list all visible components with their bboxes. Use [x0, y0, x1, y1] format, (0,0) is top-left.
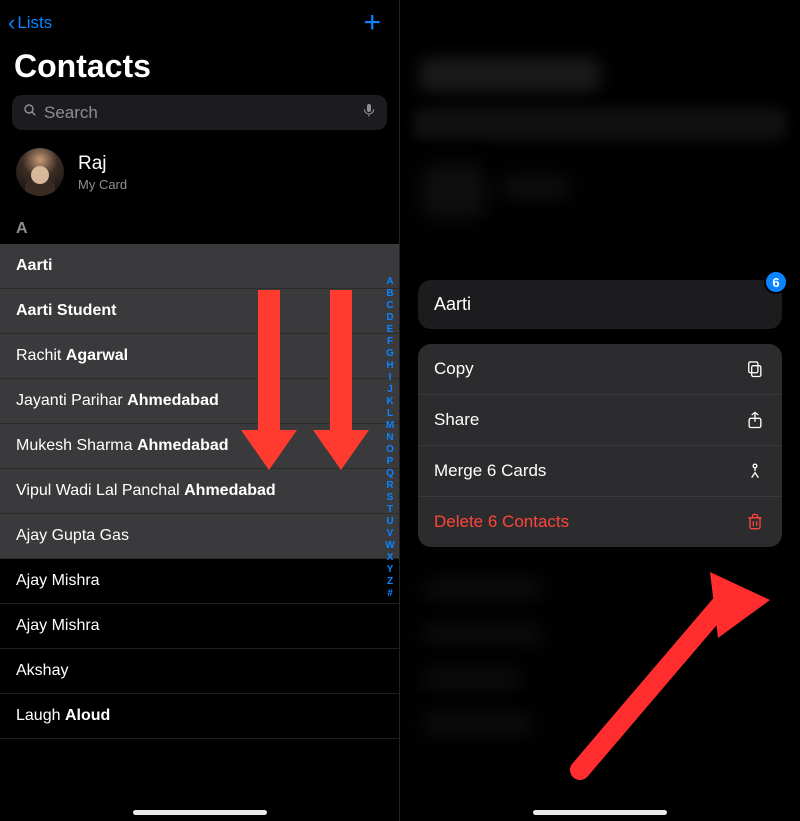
merge-icon: [744, 460, 766, 482]
index-letter[interactable]: X: [383, 552, 397, 564]
blurred-text: [422, 625, 542, 643]
annotation-pointer-arrow-icon: [560, 560, 780, 790]
selected-contact-card[interactable]: Aarti: [418, 280, 782, 329]
home-indicator: [533, 810, 667, 815]
index-letter[interactable]: E: [383, 324, 397, 336]
add-contact-button[interactable]: +: [363, 8, 387, 38]
chevron-left-icon: ‹: [8, 12, 15, 34]
index-letter[interactable]: T: [383, 504, 397, 516]
contact-row[interactable]: Ajay Mishra: [0, 604, 399, 649]
selected-contact-name: Aarti: [434, 294, 766, 315]
blurred-text: [422, 580, 542, 598]
annotation-arrow-down-icon: [324, 290, 358, 470]
index-letter[interactable]: N: [383, 432, 397, 444]
contact-row[interactable]: Laugh Aloud: [0, 694, 399, 739]
index-letter[interactable]: F: [383, 336, 397, 348]
search-field[interactable]: Search: [12, 95, 387, 130]
my-card-sub: My Card: [78, 177, 127, 192]
contacts-list-pane: ‹ Lists + Contacts Search Raj My Card A …: [0, 0, 400, 821]
blurred-title: [420, 58, 600, 92]
blurred-text: [500, 176, 570, 198]
blurred-avatar: [422, 165, 486, 217]
index-letter[interactable]: Y: [383, 564, 397, 576]
search-placeholder: Search: [44, 103, 361, 123]
context-menu-pane: Aarti 6 Copy Share Merge 6 Cards: [400, 0, 800, 821]
avatar: [16, 148, 64, 196]
contact-row[interactable]: Akshay: [0, 649, 399, 694]
index-letter[interactable]: M: [383, 420, 397, 432]
menu-share-label: Share: [434, 410, 479, 430]
trash-icon: [744, 511, 766, 533]
blurred-text: [422, 670, 522, 688]
blurred-text: [422, 715, 532, 733]
index-letter[interactable]: C: [383, 300, 397, 312]
index-letter[interactable]: P: [383, 456, 397, 468]
menu-copy[interactable]: Copy: [418, 344, 782, 395]
copy-icon: [744, 358, 766, 380]
contact-row[interactable]: Ajay Gupta Gas: [0, 514, 399, 559]
menu-merge-label: Merge 6 Cards: [434, 461, 546, 481]
back-label: Lists: [17, 13, 52, 33]
annotation-arrow-down-icon: [252, 290, 286, 470]
index-letter[interactable]: J: [383, 384, 397, 396]
menu-delete-label: Delete 6 Contacts: [434, 512, 569, 532]
index-letter[interactable]: K: [383, 396, 397, 408]
alpha-index[interactable]: ABCDEFGHIJKLMNOPQRSTUVWXYZ#: [383, 276, 397, 600]
header: ‹ Lists +: [0, 0, 399, 38]
back-button[interactable]: ‹ Lists: [8, 12, 52, 34]
context-menu: Copy Share Merge 6 Cards Delete 6 Contac…: [418, 344, 782, 547]
menu-share[interactable]: Share: [418, 395, 782, 446]
mic-icon[interactable]: [361, 102, 377, 123]
index-letter[interactable]: O: [383, 444, 397, 456]
index-letter[interactable]: A: [383, 276, 397, 288]
index-letter[interactable]: D: [383, 312, 397, 324]
index-letter[interactable]: L: [383, 408, 397, 420]
contact-row[interactable]: Vipul Wadi Lal Panchal Ahmedabad: [0, 469, 399, 514]
index-letter[interactable]: B: [383, 288, 397, 300]
menu-copy-label: Copy: [434, 359, 474, 379]
contact-row[interactable]: Ajay Mishra: [0, 559, 399, 604]
menu-delete[interactable]: Delete 6 Contacts: [418, 497, 782, 547]
page-title: Contacts: [0, 38, 399, 95]
index-letter[interactable]: G: [383, 348, 397, 360]
share-icon: [744, 409, 766, 431]
contact-row[interactable]: Aarti: [0, 244, 399, 289]
index-letter[interactable]: V: [383, 528, 397, 540]
index-letter[interactable]: #: [383, 588, 397, 600]
selection-count-badge: 6: [764, 270, 788, 294]
index-letter[interactable]: R: [383, 480, 397, 492]
index-letter[interactable]: H: [383, 360, 397, 372]
menu-merge[interactable]: Merge 6 Cards: [418, 446, 782, 497]
section-header: A: [0, 216, 399, 244]
index-letter[interactable]: U: [383, 516, 397, 528]
my-card-row[interactable]: Raj My Card: [0, 130, 399, 216]
index-letter[interactable]: Q: [383, 468, 397, 480]
my-card-name: Raj: [78, 153, 127, 175]
blurred-search: [414, 108, 786, 140]
index-letter[interactable]: W: [383, 540, 397, 552]
search-icon: [22, 102, 38, 123]
index-letter[interactable]: I: [383, 372, 397, 384]
home-indicator: [133, 810, 267, 815]
index-letter[interactable]: Z: [383, 576, 397, 588]
index-letter[interactable]: S: [383, 492, 397, 504]
